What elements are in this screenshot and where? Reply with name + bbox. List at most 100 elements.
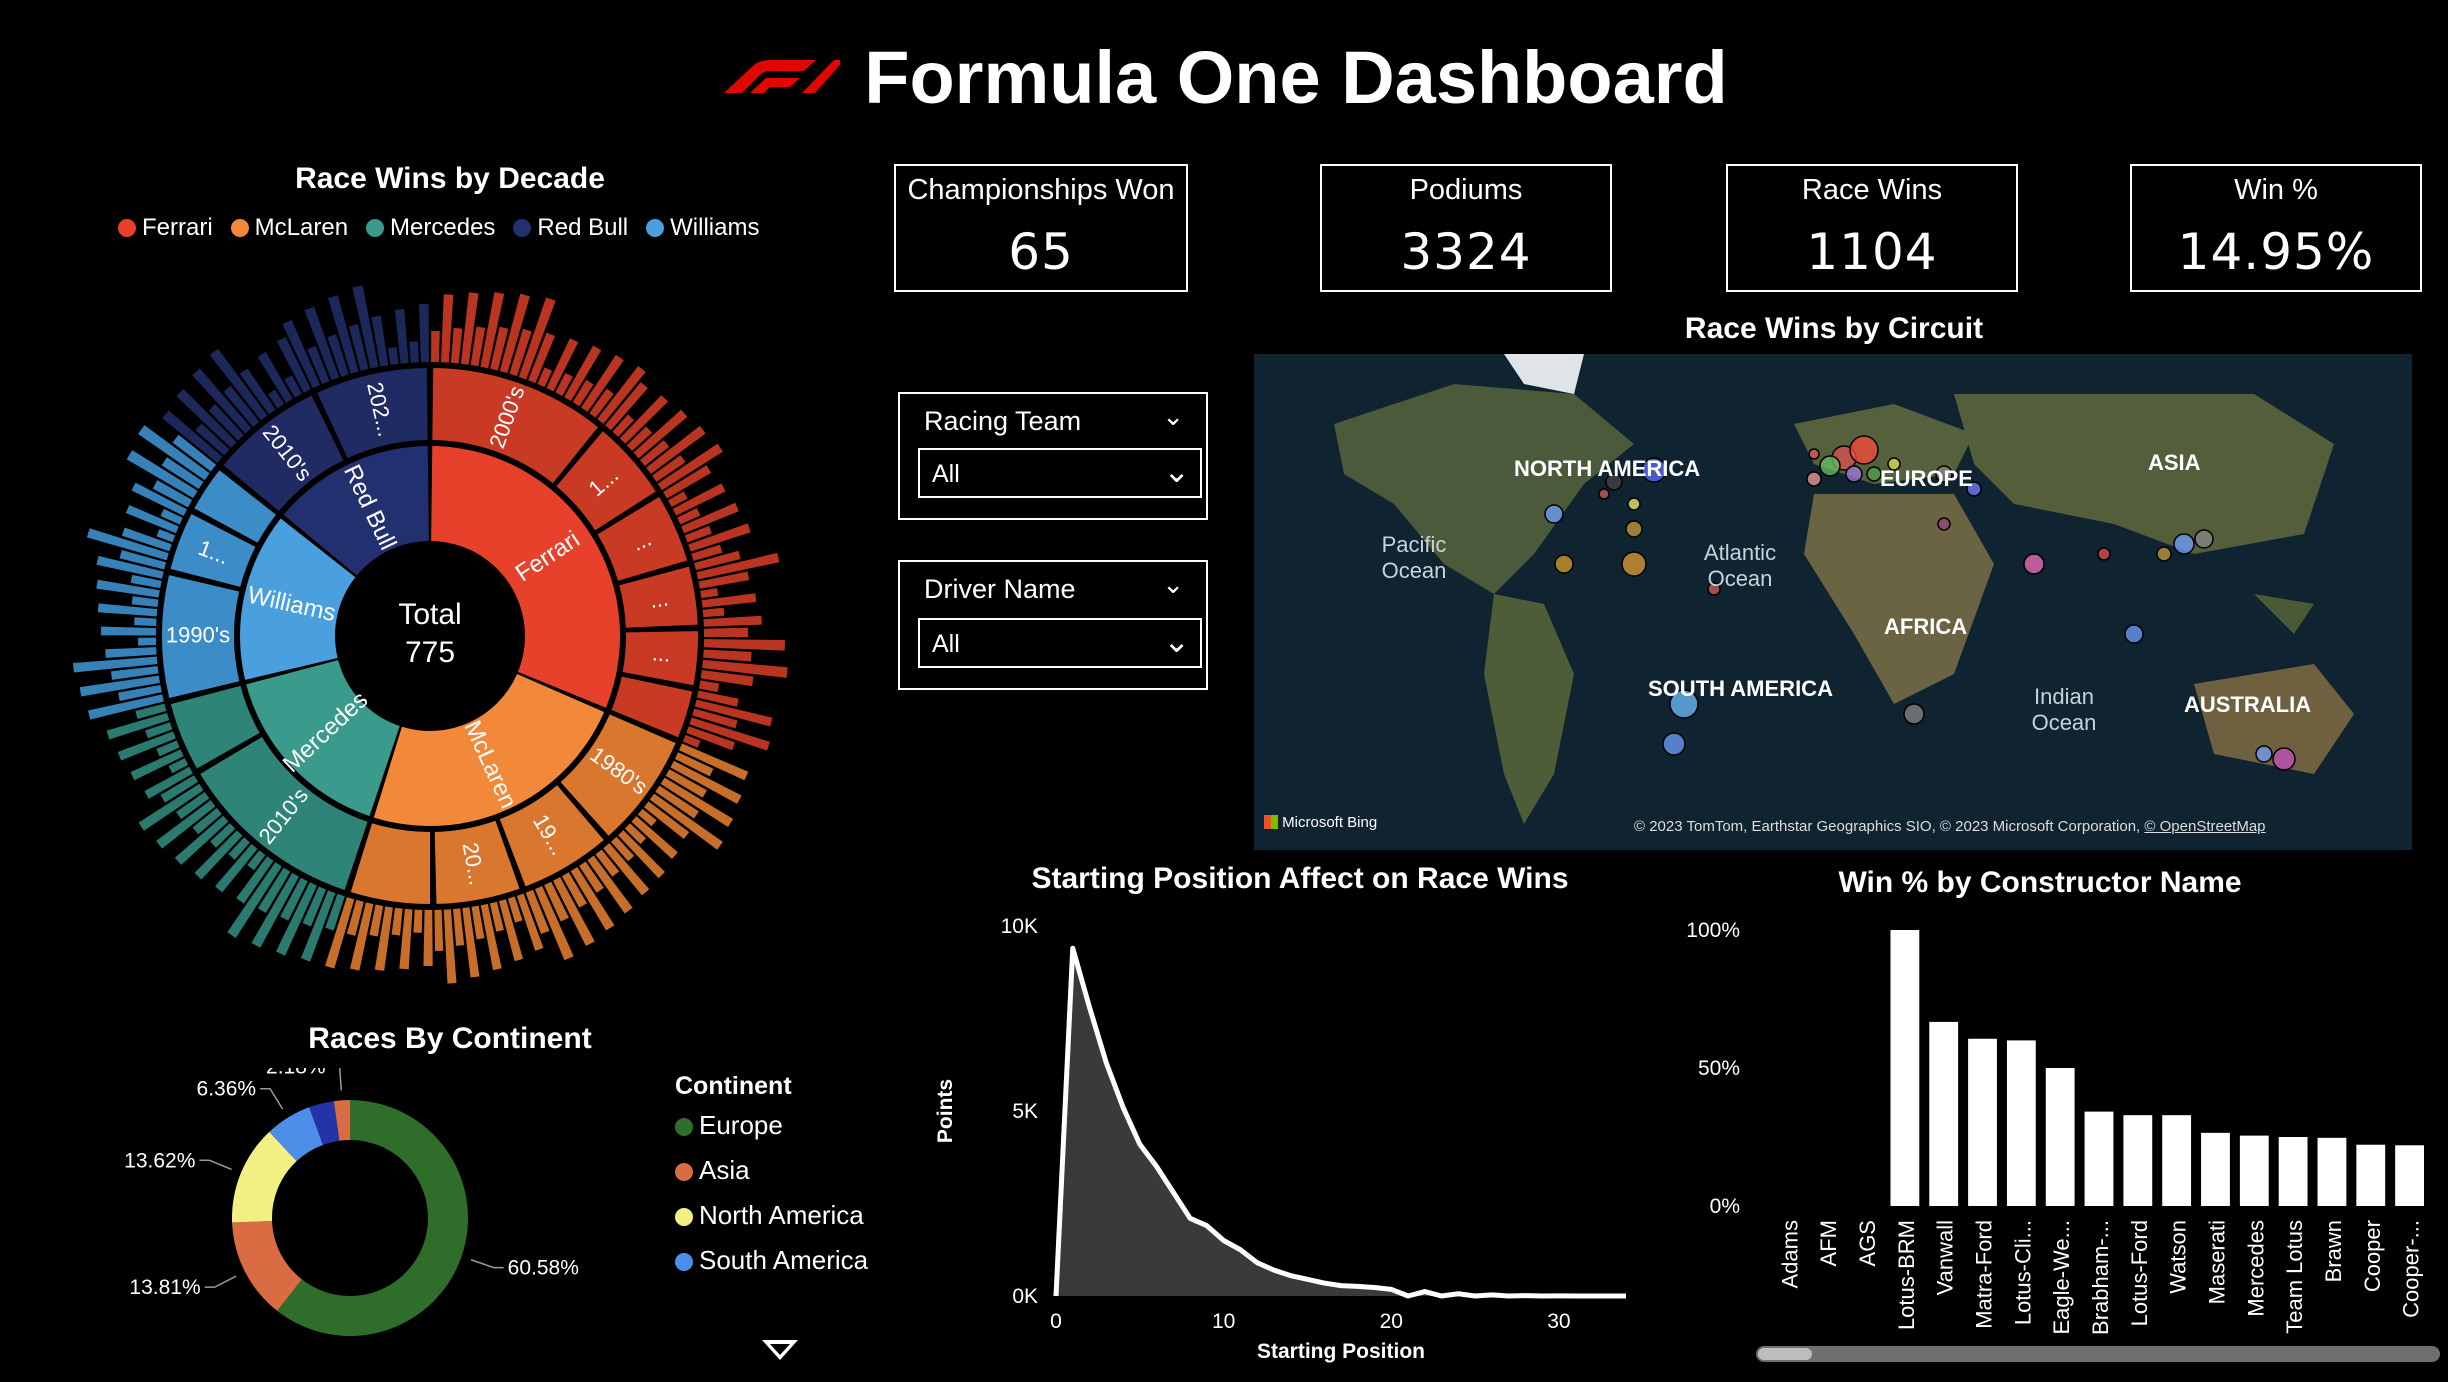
legend-item[interactable]: Williams — [646, 214, 759, 242]
openstreetmap-link[interactable]: © OpenStreetMap — [2144, 818, 2265, 835]
sunburst-race-segment[interactable] — [138, 637, 157, 646]
slicer-label: Racing Team — [924, 406, 1082, 436]
area-fill — [1056, 948, 1626, 1296]
sunburst-race-segment[interactable] — [413, 909, 423, 933]
racing-team-dropdown[interactable]: All ⌄ — [918, 448, 1202, 498]
x-category-label: Adams — [1777, 1220, 1802, 1288]
y-tick-label: 100% — [1686, 919, 1740, 942]
legend-label: Ferrari — [142, 214, 213, 241]
map-label-south-america: SOUTH AMERICA — [1648, 676, 1833, 701]
driver-name-dropdown[interactable]: All ⌄ — [918, 618, 1202, 668]
chevron-down-icon[interactable]: ⌄ — [1162, 402, 1184, 432]
bar[interactable] — [2162, 1115, 2192, 1206]
bar[interactable] — [2356, 1144, 2386, 1206]
legend-label: Asia — [699, 1155, 750, 1185]
bar[interactable] — [2006, 1040, 2036, 1206]
y-tick-label: 10K — [1001, 915, 1038, 938]
bar[interactable] — [2395, 1145, 2424, 1206]
x-category-label: Lotus-Ford — [2127, 1220, 2152, 1326]
y-tick-label: 0% — [1710, 1195, 1740, 1218]
sunburst-race-segment[interactable] — [702, 607, 725, 618]
x-category-label: Cooper — [2360, 1220, 2385, 1292]
sunburst-race-segment[interactable] — [703, 627, 748, 638]
chevron-down-icon: ⌄ — [1163, 622, 1190, 660]
sunburst-race-segment[interactable] — [703, 639, 785, 651]
kpi-value: 65 — [1008, 223, 1074, 281]
starting-position-area-chart: 0K 5K 10K 0 10 20 30 Starting Position Points — [934, 915, 1626, 1363]
map-label-australia: AUSTRALIA — [2184, 692, 2312, 717]
y-tick-label: 0K — [1012, 1285, 1038, 1308]
donut-title: Races By Continent — [308, 1022, 592, 1055]
x-category-label: Eagle-We... — [2049, 1220, 2074, 1335]
x-category-label: Matra-Ford — [1972, 1220, 1997, 1329]
legend-label: McLaren — [254, 214, 349, 241]
sunburst-race-segment[interactable] — [134, 617, 157, 626]
legend-label: Red Bull — [537, 214, 629, 241]
legend-item[interactable]: Ferrari — [118, 214, 213, 242]
sunburst-race-segment[interactable] — [441, 294, 454, 363]
sunburst-race-segment[interactable] — [391, 907, 403, 936]
scrollbar-thumb[interactable] — [1758, 1348, 1812, 1360]
bar[interactable] — [2045, 1068, 2075, 1206]
x-category-label: Maserati — [2204, 1220, 2229, 1304]
map-label-asia: ASIA — [2148, 450, 2201, 475]
bar[interactable] — [2278, 1137, 2308, 1206]
legend-item[interactable]: Red Bull — [513, 214, 628, 242]
bar[interactable] — [1968, 1038, 1997, 1206]
x-category-label: Watson — [2166, 1220, 2191, 1294]
sunburst-race-segment[interactable] — [431, 331, 440, 363]
donut-legend-item[interactable]: South America — [675, 1245, 868, 1276]
scroll-down-icon-inner — [770, 1344, 790, 1355]
sunburst-race-segment[interactable] — [700, 588, 719, 599]
legend-label: Europe — [699, 1110, 783, 1140]
circuit-map[interactable]: NORTH AMERICA EUROPE ASIA AFRICA SOUTH A… — [1254, 354, 2412, 850]
sunburst-race-segment[interactable] — [703, 649, 752, 662]
sunburst-race-segment[interactable] — [388, 346, 399, 365]
bar[interactable] — [2317, 1137, 2347, 1206]
sunburst-race-segment[interactable] — [131, 596, 159, 607]
world-map-graphic — [1254, 354, 2412, 850]
sunburst-race-segment[interactable] — [434, 909, 444, 951]
bar[interactable] — [1890, 930, 1920, 1206]
map-label-africa: AFRICA — [1884, 614, 1968, 639]
donut-legend-item[interactable]: Asia — [675, 1155, 868, 1186]
sunburst-race-segment[interactable] — [105, 647, 157, 658]
kpi-label: Race Wins — [1801, 174, 1943, 206]
chevron-down-icon[interactable]: ⌄ — [1162, 570, 1184, 600]
racing-team-slicer: Racing Team ⌄ All ⌄ — [898, 392, 1208, 520]
sunburst-race-segment[interactable] — [423, 909, 433, 966]
dropdown-value: All — [932, 460, 960, 488]
kpi-label: Podiums — [1409, 174, 1523, 206]
sunburst-race-segment[interactable] — [703, 615, 762, 627]
horizontal-scrollbar[interactable] — [1756, 1346, 2440, 1362]
y-tick-label: 50% — [1698, 1057, 1740, 1080]
sunburst-race-segment[interactable] — [409, 341, 419, 363]
donut-leader-line — [338, 1068, 342, 1091]
legend-label: Mercedes — [390, 214, 496, 241]
legend-label: South America — [699, 1245, 869, 1275]
bar[interactable] — [1929, 1021, 1959, 1206]
sunburst-race-segment[interactable] — [453, 908, 465, 946]
sunburst-race-segment[interactable] — [450, 327, 463, 364]
kpi-label: Championships Won — [907, 174, 1175, 206]
bar[interactable] — [2123, 1115, 2153, 1206]
x-category-label: Brawn — [2321, 1220, 2346, 1282]
donut-data-label: 60.58% — [508, 1257, 579, 1280]
kpi-label: Win % — [2234, 174, 2318, 206]
donut-legend-item[interactable]: Europe — [675, 1110, 868, 1141]
legend-item[interactable]: McLaren — [230, 214, 349, 242]
constructor-win-bar-chart: 0% 50% 100% Adams AFM AGS Lotus-BRM Vanwall Matr… — [1686, 919, 2424, 1335]
sunburst-race-segment[interactable] — [101, 626, 157, 636]
sunburst-race-segment[interactable] — [698, 680, 720, 693]
sunburst-race-segment[interactable] — [418, 304, 429, 363]
donut-leader-line — [204, 1275, 237, 1288]
bar[interactable] — [2239, 1135, 2269, 1206]
driver-name-slicer: Driver Name ⌄ All ⌄ — [898, 560, 1208, 690]
donut-legend-item[interactable]: North America — [675, 1200, 868, 1231]
bing-logo: Microsoft Bing — [1264, 814, 1377, 831]
legend-dot-icon — [366, 219, 385, 237]
legend-item[interactable]: Mercedes — [366, 214, 495, 242]
bar[interactable] — [2084, 1111, 2114, 1206]
bar[interactable] — [2201, 1132, 2230, 1206]
x-category-label: Mercedes — [2243, 1220, 2268, 1317]
